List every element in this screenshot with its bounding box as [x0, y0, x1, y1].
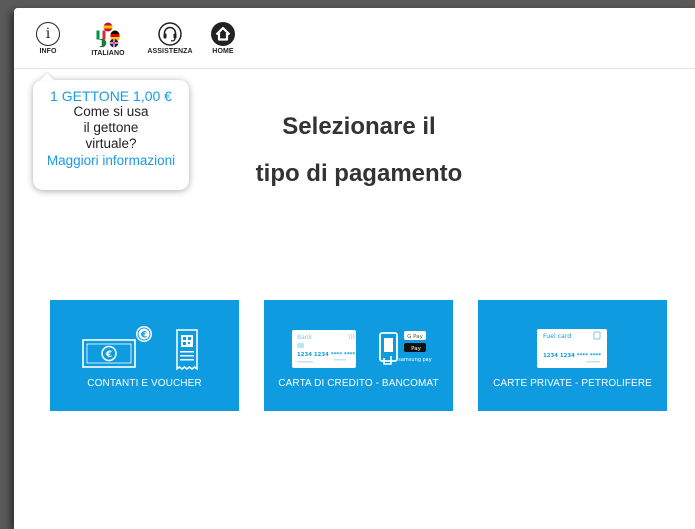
fuel-card-button[interactable]: Fuel card 1234 1234 **** **** CARTE PRIV… — [478, 300, 667, 411]
card-bank-text: Bank — [297, 334, 313, 341]
info-label: INFO — [39, 48, 57, 55]
home-button[interactable]: HOME — [210, 22, 236, 66]
credit-card-illustration: Bank ))) 1234 1234 **** **** G Pay Pay s… — [292, 330, 432, 368]
banknote-icon: € — [82, 339, 136, 368]
bank-card-icon: Bank ))) 1234 1234 **** **** — [292, 330, 356, 368]
cash-voucher-button[interactable]: € € CONTANTI E VOUCHER — [50, 300, 239, 411]
option-label: CARTA DI CREDITO - BANCOMAT — [278, 378, 439, 389]
gpay-badge-icon: G Pay — [404, 331, 426, 340]
info-button[interactable]: i INFO — [34, 22, 62, 66]
support-label: ASSISTENZA — [147, 48, 193, 55]
page-title-line: tipo di pagamento — [255, 160, 463, 187]
token-price: 1 GETTONE 1,00 € — [50, 88, 172, 104]
top-bar: i INFO ITALIANO ASSISTENZA HOME — [14, 8, 695, 69]
credit-card-button[interactable]: Bank ))) 1234 1234 **** **** G Pay Pay s… — [264, 300, 453, 411]
option-label: CONTANTI E VOUCHER — [87, 378, 202, 389]
language-label: ITALIANO — [91, 50, 125, 57]
kiosk-screen: i INFO ITALIANO ASSISTENZA HOME 1 GETTON… — [14, 8, 695, 529]
cash-voucher-illustration: € € — [82, 326, 198, 371]
smartphone-pay-icon — [379, 332, 398, 365]
svg-text:G Pay: G Pay — [407, 334, 423, 340]
info-icon: i — [36, 22, 60, 46]
language-button[interactable]: ITALIANO — [83, 22, 133, 66]
tooltip-text-line: virtuale? — [85, 136, 137, 151]
svg-text:€: € — [105, 350, 112, 360]
option-label: CARTE PRIVATE - PETROLIFERE — [493, 378, 652, 389]
samsung-pay-badge-icon: samsung pay — [398, 357, 431, 363]
fuel-card-text: Fuel card — [543, 333, 571, 340]
more-info-link[interactable]: Maggiori informazioni — [33, 153, 189, 168]
language-flags-icon — [96, 22, 120, 48]
svg-text:€: € — [140, 331, 147, 341]
fuel-card-icon: Fuel card 1234 1234 **** **** — [537, 329, 607, 368]
voucher-receipt-icon — [176, 329, 198, 371]
svg-text:Pay: Pay — [411, 346, 421, 352]
page-title: Selezionare il tipo di pagamento — [194, 103, 524, 197]
headset-icon — [158, 22, 182, 46]
svg-text:))): ))) — [348, 334, 355, 341]
euro-coin-icon: € — [136, 326, 152, 342]
support-button[interactable]: ASSISTENZA — [146, 22, 194, 66]
tooltip-text-line: il gettone — [83, 120, 139, 135]
home-icon — [211, 22, 235, 46]
home-label: HOME — [212, 48, 234, 55]
page-title-line: Selezionare il — [282, 113, 436, 140]
fuel-card-number-text: 1234 1234 **** **** — [543, 353, 601, 359]
tooltip-text-line: Come si usa — [73, 104, 149, 119]
token-info-tooltip: 1 GETTONE 1,00 € Come si usa il gettone … — [33, 80, 189, 190]
fuel-card-illustration: Fuel card 1234 1234 **** **** — [537, 329, 607, 368]
card-number-text: 1234 1234 **** **** — [297, 352, 355, 358]
apple-pay-badge-icon: Pay — [404, 343, 426, 352]
